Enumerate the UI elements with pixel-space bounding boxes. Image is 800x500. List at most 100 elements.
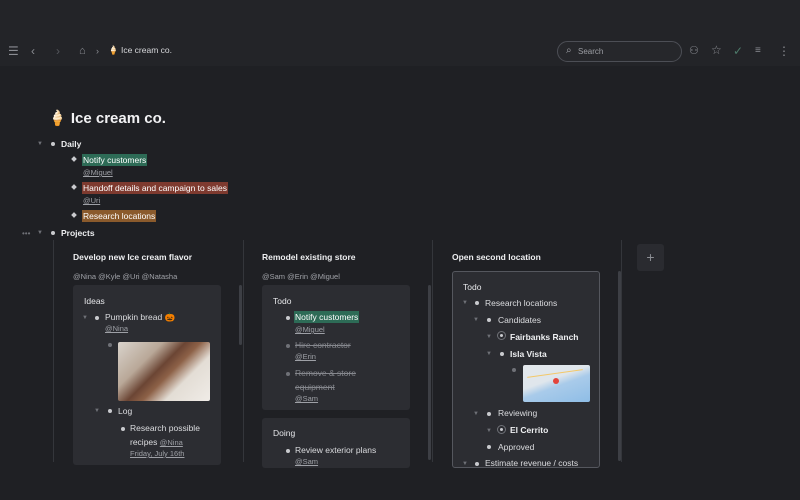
bullet-icon[interactable] <box>286 316 290 320</box>
bullet-icon[interactable] <box>286 372 290 376</box>
column-people[interactable]: @Sam @Erin @Miguel <box>262 272 340 281</box>
sidebar-toggle-icon[interactable]: ☰ <box>8 44 19 58</box>
mention-link[interactable]: @Sam <box>295 394 318 403</box>
bullet-icon[interactable] <box>500 352 504 356</box>
completed-item[interactable]: Hire contractor <box>295 340 351 350</box>
collapse-caret-icon[interactable]: ▼ <box>37 230 43 236</box>
card-title: Todo <box>463 282 482 292</box>
mention-link[interactable]: @Miguel <box>83 168 113 177</box>
collapse-caret-icon[interactable]: ▼ <box>94 408 100 414</box>
mention-link[interactable]: @Uri <box>83 196 100 205</box>
linked-item-icon[interactable] <box>497 331 506 340</box>
search-input[interactable]: ⌕ Search <box>557 41 682 62</box>
column-title[interactable]: Develop new Ice cream flavor <box>73 252 192 262</box>
list-item[interactable]: Research locations <box>485 298 557 308</box>
share-user-icon[interactable]: ⚇ <box>689 44 699 58</box>
mention-link[interactable]: @Miguel <box>295 325 325 334</box>
collapse-caret-icon[interactable]: ▼ <box>37 141 43 147</box>
bullet-icon[interactable] <box>108 343 112 347</box>
food-photo[interactable] <box>118 342 210 401</box>
list-view-icon[interactable]: ≡ <box>755 44 761 58</box>
page-title[interactable]: 🍦 Ice cream co. <box>48 109 166 127</box>
breadcrumb-emoji: 🍦 <box>108 45 119 55</box>
list-item[interactable]: Log <box>118 406 132 416</box>
bullet-icon[interactable] <box>487 412 491 416</box>
column-scrollbar[interactable] <box>239 285 242 345</box>
check-icon[interactable]: ✓ <box>733 44 743 58</box>
card-title: Todo <box>273 296 292 306</box>
list-item[interactable]: Approved <box>498 442 534 452</box>
collapse-caret-icon[interactable]: ▼ <box>486 351 492 357</box>
collapse-caret-icon[interactable]: ▼ <box>462 461 468 467</box>
list-item[interactable]: Research possible <box>130 423 200 433</box>
collapse-caret-icon[interactable]: ▼ <box>486 428 492 434</box>
bullet-icon[interactable] <box>487 445 491 449</box>
completed-item-continued[interactable]: equipment <box>295 382 335 392</box>
highlighted-text: Research locations <box>82 210 157 222</box>
column-divider <box>243 240 244 462</box>
column-title[interactable]: Open second location <box>452 252 541 262</box>
column-title[interactable]: Remodel existing store <box>262 252 356 262</box>
bullet-icon[interactable] <box>51 231 55 235</box>
column-scrollbar[interactable] <box>618 271 621 461</box>
collapse-caret-icon[interactable]: ▼ <box>473 317 479 323</box>
list-item[interactable]: Reviewing <box>498 408 537 418</box>
highlighted-text: Handoff details and campaign to sales <box>82 182 228 194</box>
search-icon: ⌕ <box>566 45 572 56</box>
list-item[interactable]: El Cerrito <box>510 425 548 435</box>
bullet-icon[interactable] <box>71 184 77 190</box>
list-item-continued[interactable]: recipes @Nina <box>130 437 183 447</box>
breadcrumb[interactable]: 🍦 Ice cream co. <box>108 45 172 56</box>
column-people[interactable]: @Nina @Kyle @Uri @Natasha <box>73 272 177 281</box>
column-scrollbar[interactable] <box>428 285 431 460</box>
list-item-text: recipes <box>130 437 158 447</box>
bullet-icon[interactable] <box>512 368 516 372</box>
bullet-icon[interactable] <box>475 462 479 466</box>
bullet-icon[interactable] <box>71 156 77 162</box>
doing-card[interactable]: Doing Review exterior plans @Sam <box>262 418 410 468</box>
mention-link[interactable]: @Nina <box>105 324 128 333</box>
list-item[interactable]: Research locations <box>82 210 157 222</box>
bullet-icon[interactable] <box>108 409 112 413</box>
collapse-caret-icon[interactable]: ▼ <box>473 411 479 417</box>
breadcrumb-label: Ice cream co. <box>120 45 172 55</box>
list-item[interactable]: Handoff details and campaign to sales <box>82 182 228 194</box>
mention-link[interactable]: @Erin <box>295 352 316 361</box>
completed-item[interactable]: Remove & store <box>295 368 356 378</box>
map-thumbnail[interactable] <box>523 365 590 402</box>
list-item[interactable]: Pumpkin bread 🎃 <box>105 312 175 323</box>
bullet-icon[interactable] <box>487 318 491 322</box>
list-item[interactable]: Candidates <box>498 315 541 325</box>
forward-arrow-icon[interactable]: › <box>56 44 60 58</box>
collapse-caret-icon[interactable]: ▼ <box>82 315 88 321</box>
back-arrow-icon[interactable]: ‹ <box>31 44 35 58</box>
todo-card[interactable]: Todo Notify customers @Miguel Hire contr… <box>262 285 410 410</box>
bullet-icon[interactable] <box>475 301 479 305</box>
bullet-icon[interactable] <box>95 316 99 320</box>
mention-link[interactable]: @Sam <box>295 457 318 466</box>
list-item[interactable]: Fairbanks Ranch <box>510 332 579 342</box>
bullet-icon[interactable] <box>51 142 55 146</box>
list-item[interactable]: Isla Vista <box>510 349 547 359</box>
collapse-caret-icon[interactable]: ▼ <box>462 300 468 306</box>
page-emoji: 🍦 <box>48 110 67 127</box>
list-item[interactable]: Estimate revenue / costs <box>485 458 578 467</box>
drag-handle-icon[interactable]: ••• <box>22 229 30 238</box>
bullet-icon[interactable] <box>121 427 125 431</box>
star-icon[interactable]: ☆ <box>711 43 722 57</box>
mention-link[interactable]: @Nina <box>160 438 183 447</box>
daily-heading[interactable]: Daily <box>61 139 81 149</box>
collapse-caret-icon[interactable]: ▼ <box>486 334 492 340</box>
bullet-icon[interactable] <box>286 449 290 453</box>
bullet-icon[interactable] <box>71 212 77 218</box>
date-link[interactable]: Friday, July 16th <box>130 449 184 458</box>
linked-item-icon[interactable] <box>497 425 506 434</box>
home-icon[interactable]: ⌂ <box>79 44 86 58</box>
projects-heading[interactable]: Projects <box>61 228 95 238</box>
add-column-button[interactable]: + <box>637 244 664 271</box>
list-item[interactable]: Notify customers <box>294 311 360 323</box>
list-item[interactable]: Notify customers <box>82 154 148 166</box>
list-item[interactable]: Review exterior plans <box>295 445 376 455</box>
bullet-icon[interactable] <box>286 344 290 348</box>
more-options-icon[interactable]: ⋮ <box>778 44 790 58</box>
